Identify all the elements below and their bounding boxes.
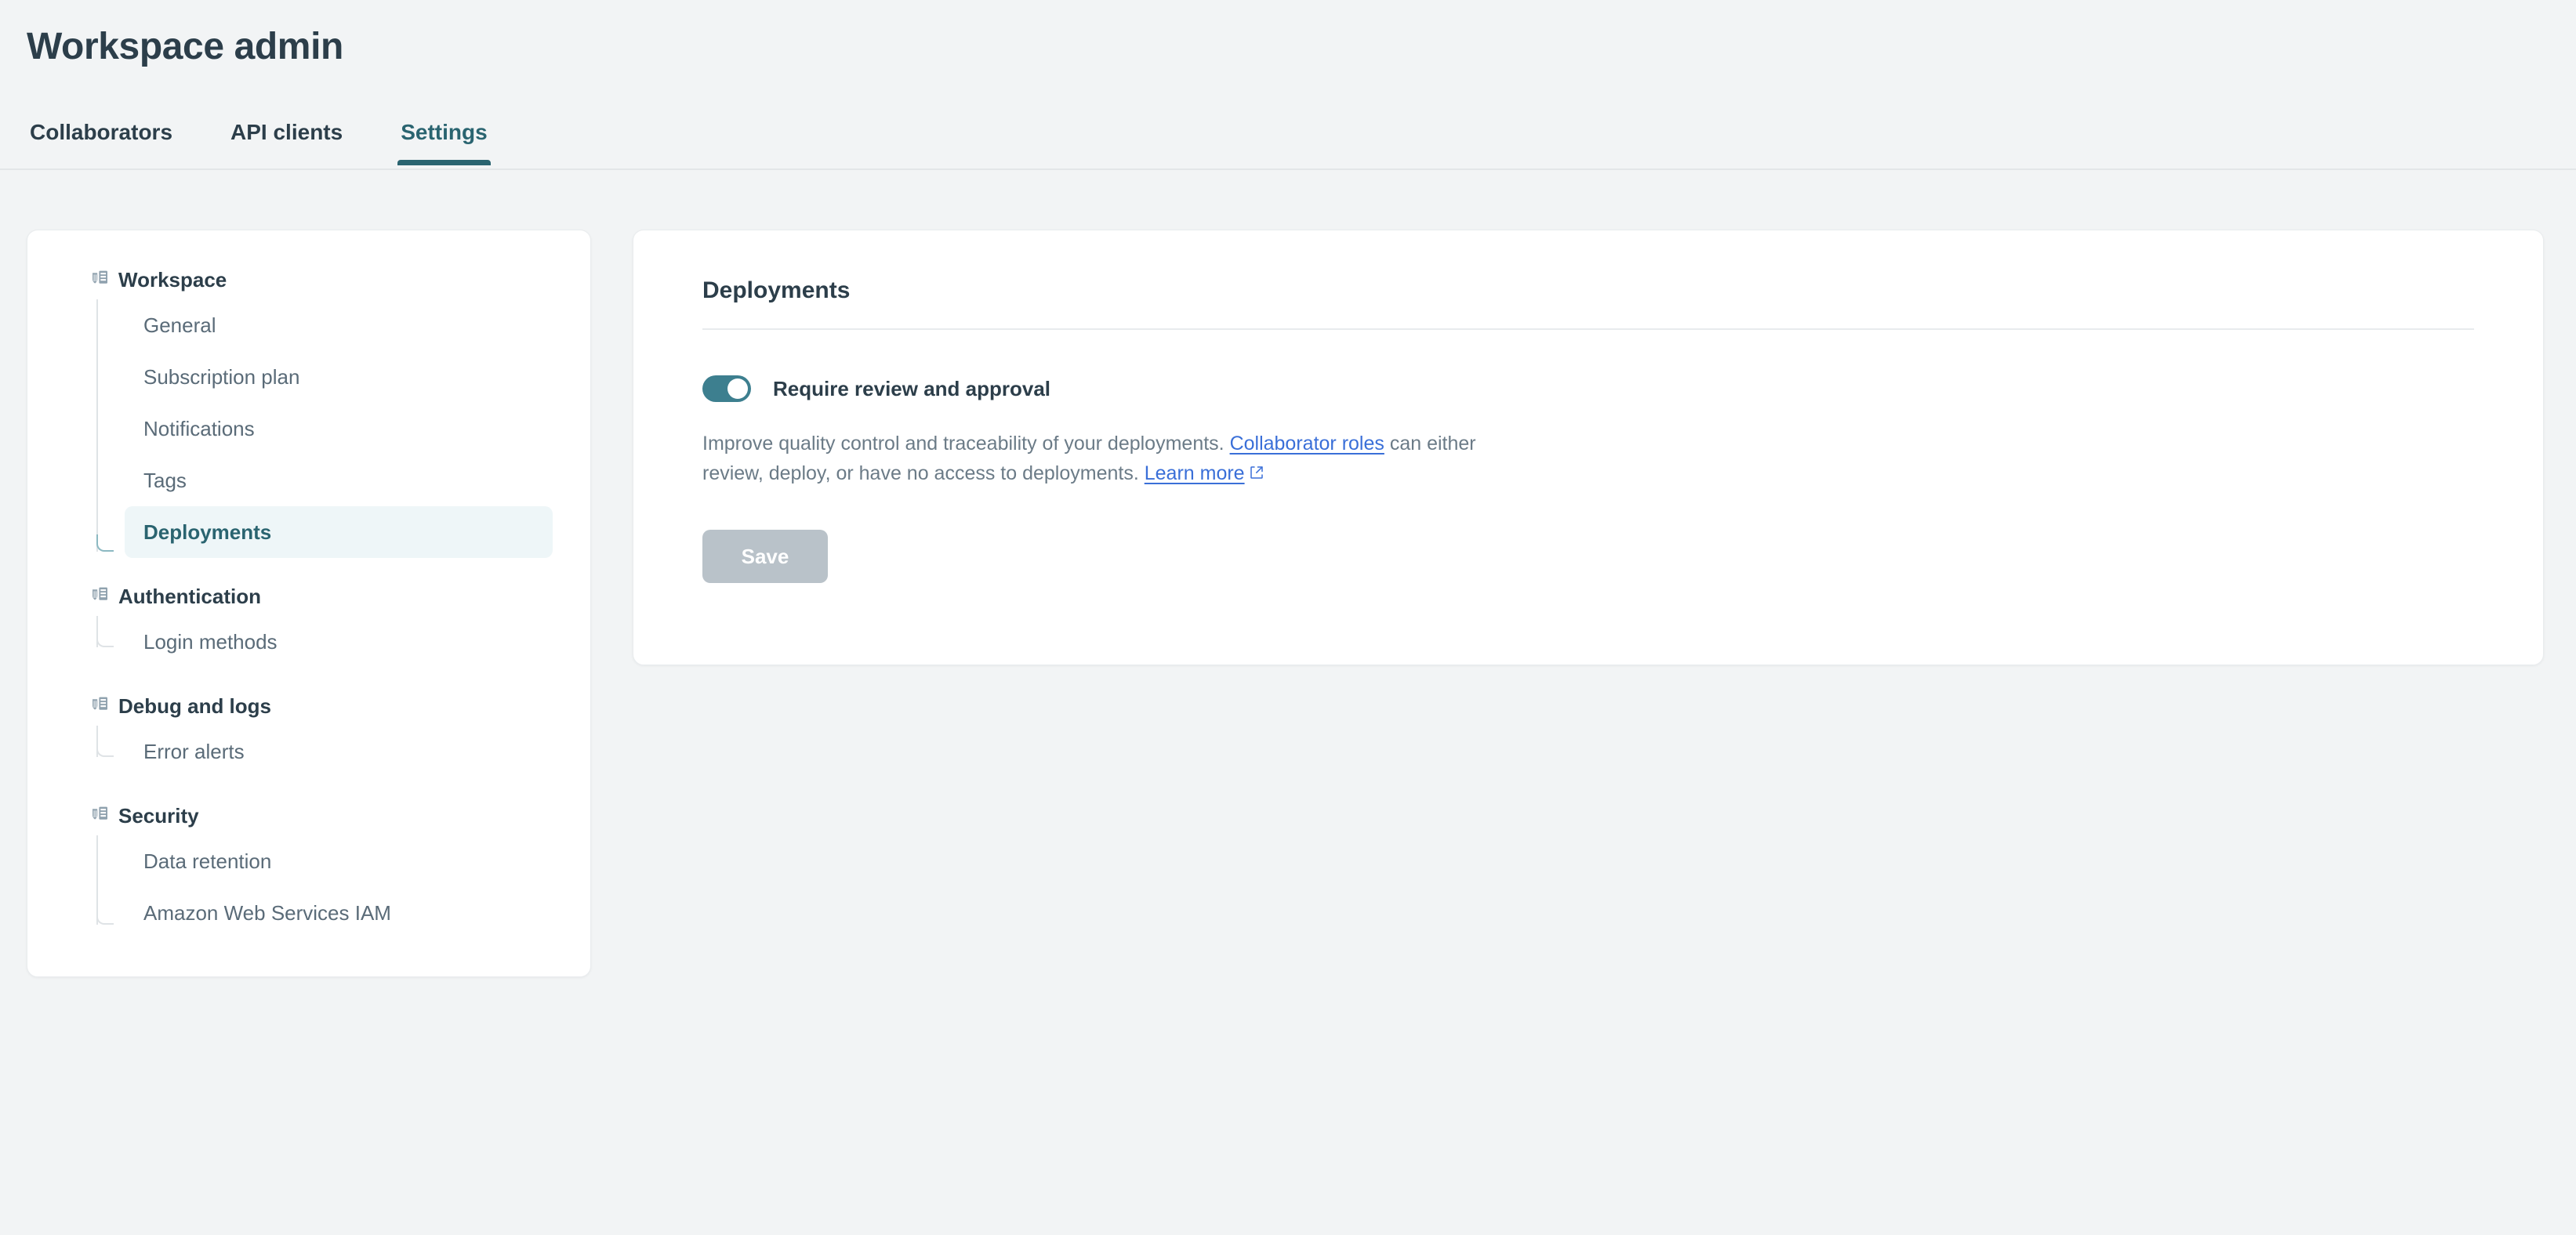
sidebar-item-deployments[interactable]: Deployments	[125, 506, 553, 558]
page-title: Workspace admin	[27, 26, 343, 67]
nav-group-authentication: Authentication Login methods	[46, 577, 571, 668]
nav-children-debug-and-logs: Error alerts	[46, 726, 571, 777]
save-button[interactable]: Save	[702, 530, 828, 583]
tab-bar: Collaborators API clients Settings	[0, 121, 2576, 170]
deployments-settings-card: Deployments Require review and approval …	[633, 230, 2544, 665]
deployments-helper-text: Improve quality control and traceability…	[702, 429, 1486, 489]
tree-connector-elbow	[96, 630, 114, 647]
sidebar-item-tags[interactable]: Tags	[125, 455, 553, 506]
require-review-toggle-label: Require review and approval	[773, 377, 1051, 400]
tree-connector-line	[96, 299, 98, 552]
sidebar-item-error-alerts[interactable]: Error alerts	[125, 726, 553, 777]
toggle-knob	[727, 378, 748, 399]
tree-connector-elbow	[96, 740, 114, 757]
nav-group-label: Workspace	[118, 268, 227, 292]
section-title: Deployments	[702, 277, 851, 303]
require-review-toggle[interactable]	[702, 375, 751, 402]
nav-children-authentication: Login methods	[46, 616, 571, 668]
content-area: Workspace General Subscription plan Noti…	[27, 230, 2544, 977]
nav-group-header-workspace: Workspace	[46, 260, 571, 299]
nav-group-label: Authentication	[118, 585, 261, 608]
learn-more-link[interactable]: Learn more	[1145, 462, 1245, 484]
nav-children-workspace: General Subscription plan Notifications …	[46, 299, 571, 558]
sidebar-item-general[interactable]: General	[125, 299, 553, 351]
nav-group-debug-and-logs: Debug and logs Error alerts	[46, 686, 571, 777]
nav-children-security: Data retention Amazon Web Services IAM	[46, 835, 571, 939]
settings-sidebar: Workspace General Subscription plan Noti…	[27, 230, 591, 977]
shield-server-icon	[90, 586, 111, 607]
sidebar-item-login-methods[interactable]: Login methods	[125, 616, 553, 668]
tab-api-clients[interactable]: API clients	[227, 121, 346, 164]
nav-group-label: Debug and logs	[118, 694, 271, 718]
external-link-icon	[1249, 459, 1264, 489]
nav-group-workspace: Workspace General Subscription plan Noti…	[46, 260, 571, 558]
tree-connector-elbow	[96, 907, 114, 925]
shield-server-icon	[90, 270, 111, 290]
tab-collaborators[interactable]: Collaborators	[27, 121, 176, 164]
sidebar-item-notifications[interactable]: Notifications	[125, 403, 553, 455]
collaborator-roles-link[interactable]: Collaborator roles	[1230, 433, 1384, 455]
sidebar-item-subscription-plan[interactable]: Subscription plan	[125, 351, 553, 403]
nav-group-header-debug-and-logs: Debug and logs	[46, 686, 571, 726]
tab-settings[interactable]: Settings	[397, 121, 492, 165]
workspace-admin-page: Workspace admin Collaborators API client…	[0, 0, 2576, 1235]
sidebar-item-data-retention[interactable]: Data retention	[125, 835, 553, 887]
require-review-toggle-row: Require review and approval	[702, 375, 2474, 402]
nav-group-label: Security	[118, 804, 199, 828]
sidebar-item-amazon-web-services-iam[interactable]: Amazon Web Services IAM	[125, 887, 553, 939]
nav-group-security: Security Data retention Amazon Web Servi…	[46, 796, 571, 939]
nav-group-header-security: Security	[46, 796, 571, 835]
section-divider	[702, 328, 2474, 330]
helper-text-part1: Improve quality control and traceability…	[702, 433, 1230, 455]
shield-server-icon	[90, 806, 111, 826]
tree-connector-elbow	[96, 534, 114, 552]
shield-server-icon	[90, 696, 111, 716]
nav-group-header-authentication: Authentication	[46, 577, 571, 616]
